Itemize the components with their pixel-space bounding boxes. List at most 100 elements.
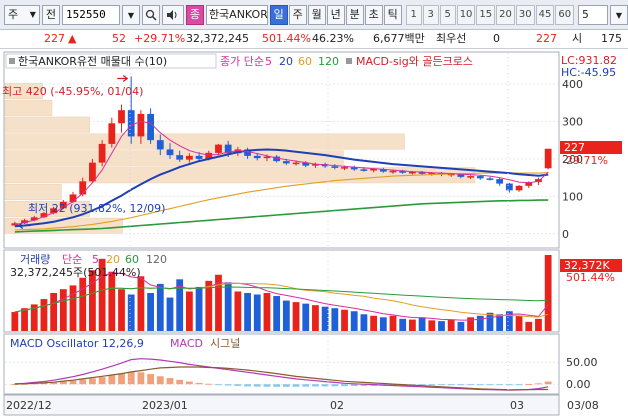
- interval-button[interactable]: 15: [476, 4, 496, 25]
- stock-name-field[interactable]: 한국ANKOR유: [205, 4, 268, 25]
- volume-bar: [282, 300, 290, 331]
- stock-chart[interactable]: 0.0050.00 0100200300400 한국ANKOR유전 매물대 수(…: [0, 49, 628, 416]
- chart-frame[interactable]: 0.00 50.00 0 100 200 300 400 한국ANKOR유전 매물대 수(…: [0, 49, 628, 416]
- volume-bar: [312, 305, 319, 331]
- x-label-3: 03: [510, 399, 524, 412]
- volume-bar: [379, 317, 387, 331]
- candle-body: [185, 155, 193, 160]
- volume-bar: [370, 315, 378, 331]
- ask-value: 227: [536, 32, 557, 45]
- chevron-down-icon: ▼: [29, 9, 36, 19]
- interval-dropdown-button[interactable]: ▼: [609, 4, 628, 25]
- period-tab[interactable]: 주: [288, 4, 307, 25]
- volume-bar: [418, 317, 426, 331]
- price-tick-label: 400: [562, 78, 583, 91]
- volume-bar: [224, 282, 232, 331]
- interval-button[interactable]: 45: [535, 4, 555, 25]
- legend-title: 한국ANKOR유전 매물대 수(10): [18, 55, 167, 68]
- period-tab[interactable]: 틱: [383, 4, 402, 25]
- candle-body: [496, 179, 504, 184]
- volume-profile-bar: [4, 133, 405, 150]
- interval-button[interactable]: 1: [405, 4, 422, 25]
- candle-body: [515, 185, 523, 191]
- candle-body: [360, 169, 368, 171]
- macd-oscillator-bar: [476, 384, 484, 386]
- stock-code-input[interactable]: [61, 4, 120, 25]
- volume-bar: [21, 308, 28, 331]
- bid-value: 0: [493, 32, 500, 45]
- volume-bar: [389, 315, 397, 331]
- current-price: 227: [44, 32, 65, 45]
- candle-body: [341, 167, 348, 169]
- interval-button[interactable]: 30: [515, 4, 535, 25]
- search-button[interactable]: [141, 4, 160, 25]
- macd-oscillator-bar: [156, 376, 164, 385]
- volume-profile-bar: [4, 99, 53, 116]
- up-arrow-icon: ▲: [68, 32, 77, 45]
- candle-body: [409, 171, 416, 174]
- volume-bar: [447, 319, 455, 331]
- sound-button[interactable]: [161, 4, 184, 25]
- period-tab[interactable]: 초: [364, 4, 383, 25]
- stock-tag-badge[interactable]: 종: [185, 4, 204, 25]
- macd-oscillator-bar: [137, 372, 145, 385]
- macd-oscillator-bar: [127, 371, 135, 385]
- volume-bar: [195, 286, 203, 331]
- volume-bar: [438, 321, 445, 331]
- candle-body: [195, 155, 203, 159]
- chevron-down-icon: ▼: [127, 10, 135, 20]
- interval-button[interactable]: 10: [456, 4, 476, 25]
- interval-button[interactable]: 60: [555, 4, 575, 25]
- macd-oscillator-bar: [224, 384, 232, 386]
- x-label-2: 02: [330, 399, 344, 412]
- broker-label: 최우선: [436, 32, 467, 45]
- volume-profile-bar: [4, 184, 62, 201]
- macd-oscillator-bar: [98, 377, 106, 385]
- macd-oscillator-bar: [185, 381, 193, 385]
- volume-bar: [59, 289, 67, 331]
- volume-bar: [350, 311, 358, 331]
- volume-pct: 501.44%: [262, 32, 311, 45]
- period-tab[interactable]: 일: [269, 4, 288, 25]
- chart-type-select[interactable]: 주 ▼: [4, 4, 40, 25]
- macd-oscillator-bar: [215, 384, 222, 386]
- candle-body: [292, 162, 300, 165]
- volume-bar: [457, 321, 465, 331]
- search-icon: [145, 9, 157, 21]
- volume-bar: [89, 270, 96, 331]
- legend-ma5: 5: [265, 55, 272, 68]
- candle-body: [215, 144, 222, 153]
- volume-bar: [331, 308, 339, 331]
- period-tab[interactable]: 년: [326, 4, 345, 25]
- interval-custom-input[interactable]: 5: [578, 4, 608, 25]
- volume-bar: [108, 271, 116, 331]
- period-tab[interactable]: 월: [307, 4, 326, 25]
- macd-signal-label: 시그널: [210, 337, 240, 350]
- candle-body: [69, 194, 77, 202]
- chart-type-label: 주: [8, 7, 19, 21]
- last-change-tag-text: 29.71%: [566, 154, 608, 167]
- macd-oscillator-bar: [263, 384, 271, 387]
- macd-oscillator-bar: [331, 384, 339, 387]
- macd-tick-label: 50.00: [566, 356, 598, 369]
- prev-button[interactable]: 전: [41, 4, 60, 25]
- period-tab[interactable]: 분: [345, 4, 364, 25]
- x-label-4: 03/08: [567, 399, 599, 412]
- macd-oscillator-bar: [69, 380, 77, 385]
- macd-oscillator-bar: [447, 384, 455, 386]
- volume-bar: [321, 306, 329, 331]
- open-value: 175: [601, 32, 622, 45]
- macd-oscillator-bar: [302, 384, 310, 387]
- interval-button[interactable]: 5: [439, 4, 456, 25]
- code-dropdown-button[interactable]: ▼: [121, 4, 140, 25]
- interval-button[interactable]: 20: [496, 4, 515, 25]
- volume-bar: [79, 277, 87, 331]
- candle-body: [331, 166, 339, 168]
- interval-button[interactable]: 3: [422, 4, 439, 25]
- speaker-icon: [166, 9, 177, 20]
- candle-body: [127, 110, 135, 137]
- chevron-down-icon: ▼: [615, 10, 623, 20]
- volume-ma-label: 단순: [62, 253, 82, 266]
- macd-oscillator-bar: [535, 383, 542, 385]
- volume-bar: [486, 312, 494, 331]
